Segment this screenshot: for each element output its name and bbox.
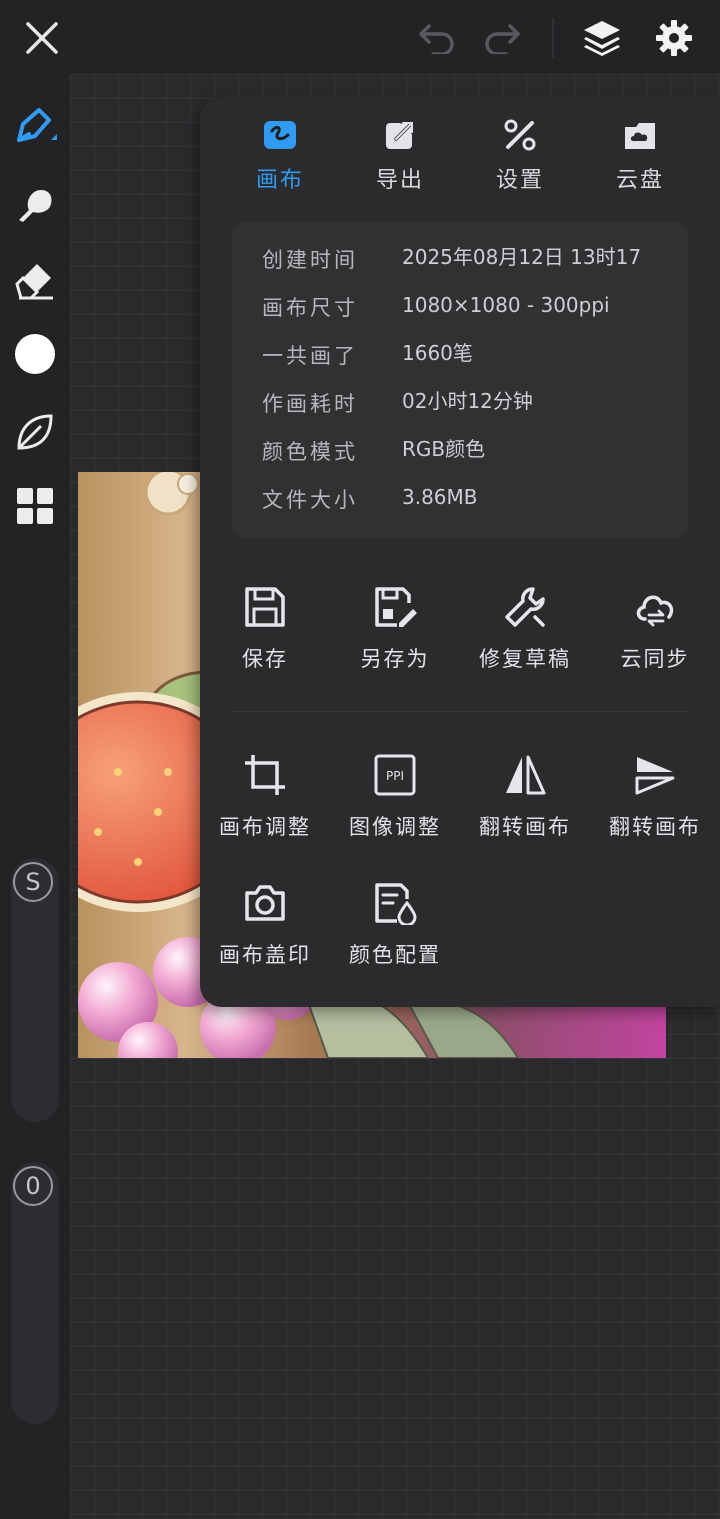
tab-canvas[interactable]: 画布 bbox=[230, 117, 330, 197]
color-profile-button[interactable]: 颜色配置 bbox=[330, 881, 460, 991]
section-divider bbox=[232, 711, 688, 712]
info-key: 颜色模式 bbox=[262, 440, 358, 464]
info-row-duration: 作画耗时 02小时12分钟 bbox=[262, 384, 682, 420]
info-row-size: 画布尺寸 1080×1080 - 300ppi bbox=[262, 288, 682, 324]
info-row-strokes: 一共画了 1660笔 bbox=[262, 336, 682, 372]
toolbar-separator bbox=[552, 18, 554, 58]
info-key: 作画耗时 bbox=[262, 392, 358, 416]
info-row-created: 创建时间 2025年08月12日 13时17分 bbox=[262, 240, 682, 276]
canvas-icon bbox=[264, 121, 296, 149]
flip-canvas-vertical-label: 翻转画布 bbox=[609, 815, 701, 839]
info-value: 02小时12分钟 bbox=[402, 389, 533, 413]
export-icon bbox=[386, 120, 415, 149]
canvas-adjust-label: 画布调整 bbox=[219, 815, 311, 839]
info-value: 1080×1080 - 300ppi bbox=[402, 293, 610, 317]
info-key: 画布尺寸 bbox=[262, 296, 358, 320]
flip-canvas-vertical-button[interactable]: 翻转画布 bbox=[590, 753, 720, 863]
brush-size-label: S bbox=[25, 868, 41, 896]
crop-icon bbox=[245, 755, 285, 795]
cloud-sync-label: 云同步 bbox=[620, 647, 690, 671]
tab-settings[interactable]: 设置 bbox=[470, 117, 570, 197]
undo-icon[interactable] bbox=[413, 14, 461, 62]
repair-draft-label: 修复草稿 bbox=[479, 647, 571, 671]
info-row-file-size: 文件大小 3.86MB bbox=[262, 480, 682, 516]
info-value: 1660笔 bbox=[402, 341, 473, 365]
close-icon[interactable] bbox=[18, 14, 66, 62]
left-toolbar: S 0 bbox=[0, 74, 70, 1519]
leaf-icon[interactable] bbox=[11, 408, 59, 456]
color-profile-label: 颜色配置 bbox=[349, 943, 441, 967]
opacity-slider[interactable]: 0 bbox=[11, 1162, 59, 1424]
info-value: 2025年08月12日 13时17分 bbox=[402, 245, 642, 274]
save-as-icon bbox=[375, 587, 417, 627]
flip-canvas-horizontal-label: 翻转画布 bbox=[479, 815, 571, 839]
save-as-label: 另存为 bbox=[360, 647, 430, 671]
tab-cloud-drive-label: 云盘 bbox=[615, 168, 664, 193]
canvas-info-box: 创建时间 2025年08月12日 13时17分 画布尺寸 1080×1080 -… bbox=[232, 222, 688, 538]
info-value: RGB颜色 bbox=[402, 437, 486, 461]
brush-size-slider[interactable]: S bbox=[11, 858, 59, 1122]
tab-canvas-label: 画布 bbox=[255, 168, 304, 193]
ppi-icon: PPI bbox=[374, 754, 416, 796]
image-adjust-label: 图像调整 bbox=[349, 815, 441, 839]
redo-icon[interactable] bbox=[478, 14, 526, 62]
image-adjust-button[interactable]: PPI 图像调整 bbox=[330, 753, 460, 863]
opacity-label: 0 bbox=[25, 1172, 41, 1200]
color-swatch[interactable] bbox=[11, 330, 59, 378]
color-profile-icon bbox=[375, 883, 417, 925]
canvas-menu-panel: 画布 导出 设置 云盘 创建时间 2025年08月12日 13时17分 画布尺寸… bbox=[200, 97, 720, 1007]
tab-cloud-drive[interactable]: 云盘 bbox=[590, 117, 690, 197]
svg-text:PPI: PPI bbox=[386, 769, 404, 783]
info-row-color-mode: 颜色模式 RGB颜色 bbox=[262, 432, 682, 468]
flip-canvas-horizontal-button[interactable]: 翻转画布 bbox=[460, 753, 590, 863]
eraser-icon[interactable] bbox=[11, 256, 59, 304]
canvas-stamp-label: 画布盖印 bbox=[219, 943, 311, 967]
opacity-knob[interactable]: 0 bbox=[13, 1166, 53, 1206]
tab-settings-label: 设置 bbox=[495, 168, 544, 193]
brush-size-knob[interactable]: S bbox=[13, 862, 53, 902]
cloud-drive-icon bbox=[625, 123, 655, 149]
info-key: 文件大小 bbox=[262, 488, 358, 512]
cloud-sync-button[interactable]: 云同步 bbox=[590, 585, 720, 695]
canvas-stamp-button[interactable]: 画布盖印 bbox=[200, 881, 330, 991]
cloud-sync-icon bbox=[636, 595, 674, 627]
repair-icon bbox=[505, 587, 545, 627]
smudge-icon[interactable] bbox=[11, 180, 59, 228]
info-key: 一共画了 bbox=[262, 344, 358, 368]
info-value: 3.86MB bbox=[402, 485, 478, 509]
grid-icon[interactable] bbox=[11, 482, 59, 530]
settings-tools-icon bbox=[504, 119, 536, 151]
save-icon bbox=[245, 587, 285, 627]
tab-export-label: 导出 bbox=[375, 168, 424, 193]
canvas-adjust-button[interactable]: 画布调整 bbox=[200, 753, 330, 863]
layers-icon[interactable] bbox=[578, 14, 626, 62]
save-label: 保存 bbox=[242, 647, 288, 671]
flip-vertical-icon bbox=[635, 757, 675, 795]
gear-icon[interactable] bbox=[650, 14, 698, 62]
top-bar bbox=[0, 0, 720, 74]
tab-export[interactable]: 导出 bbox=[350, 117, 450, 197]
camera-icon bbox=[245, 885, 285, 921]
flip-horizontal-icon bbox=[506, 755, 546, 795]
brush-icon[interactable] bbox=[11, 102, 59, 150]
repair-draft-button[interactable]: 修复草稿 bbox=[460, 585, 590, 695]
info-key: 创建时间 bbox=[262, 248, 358, 272]
save-as-button[interactable]: 另存为 bbox=[330, 585, 460, 695]
save-button[interactable]: 保存 bbox=[200, 585, 330, 695]
